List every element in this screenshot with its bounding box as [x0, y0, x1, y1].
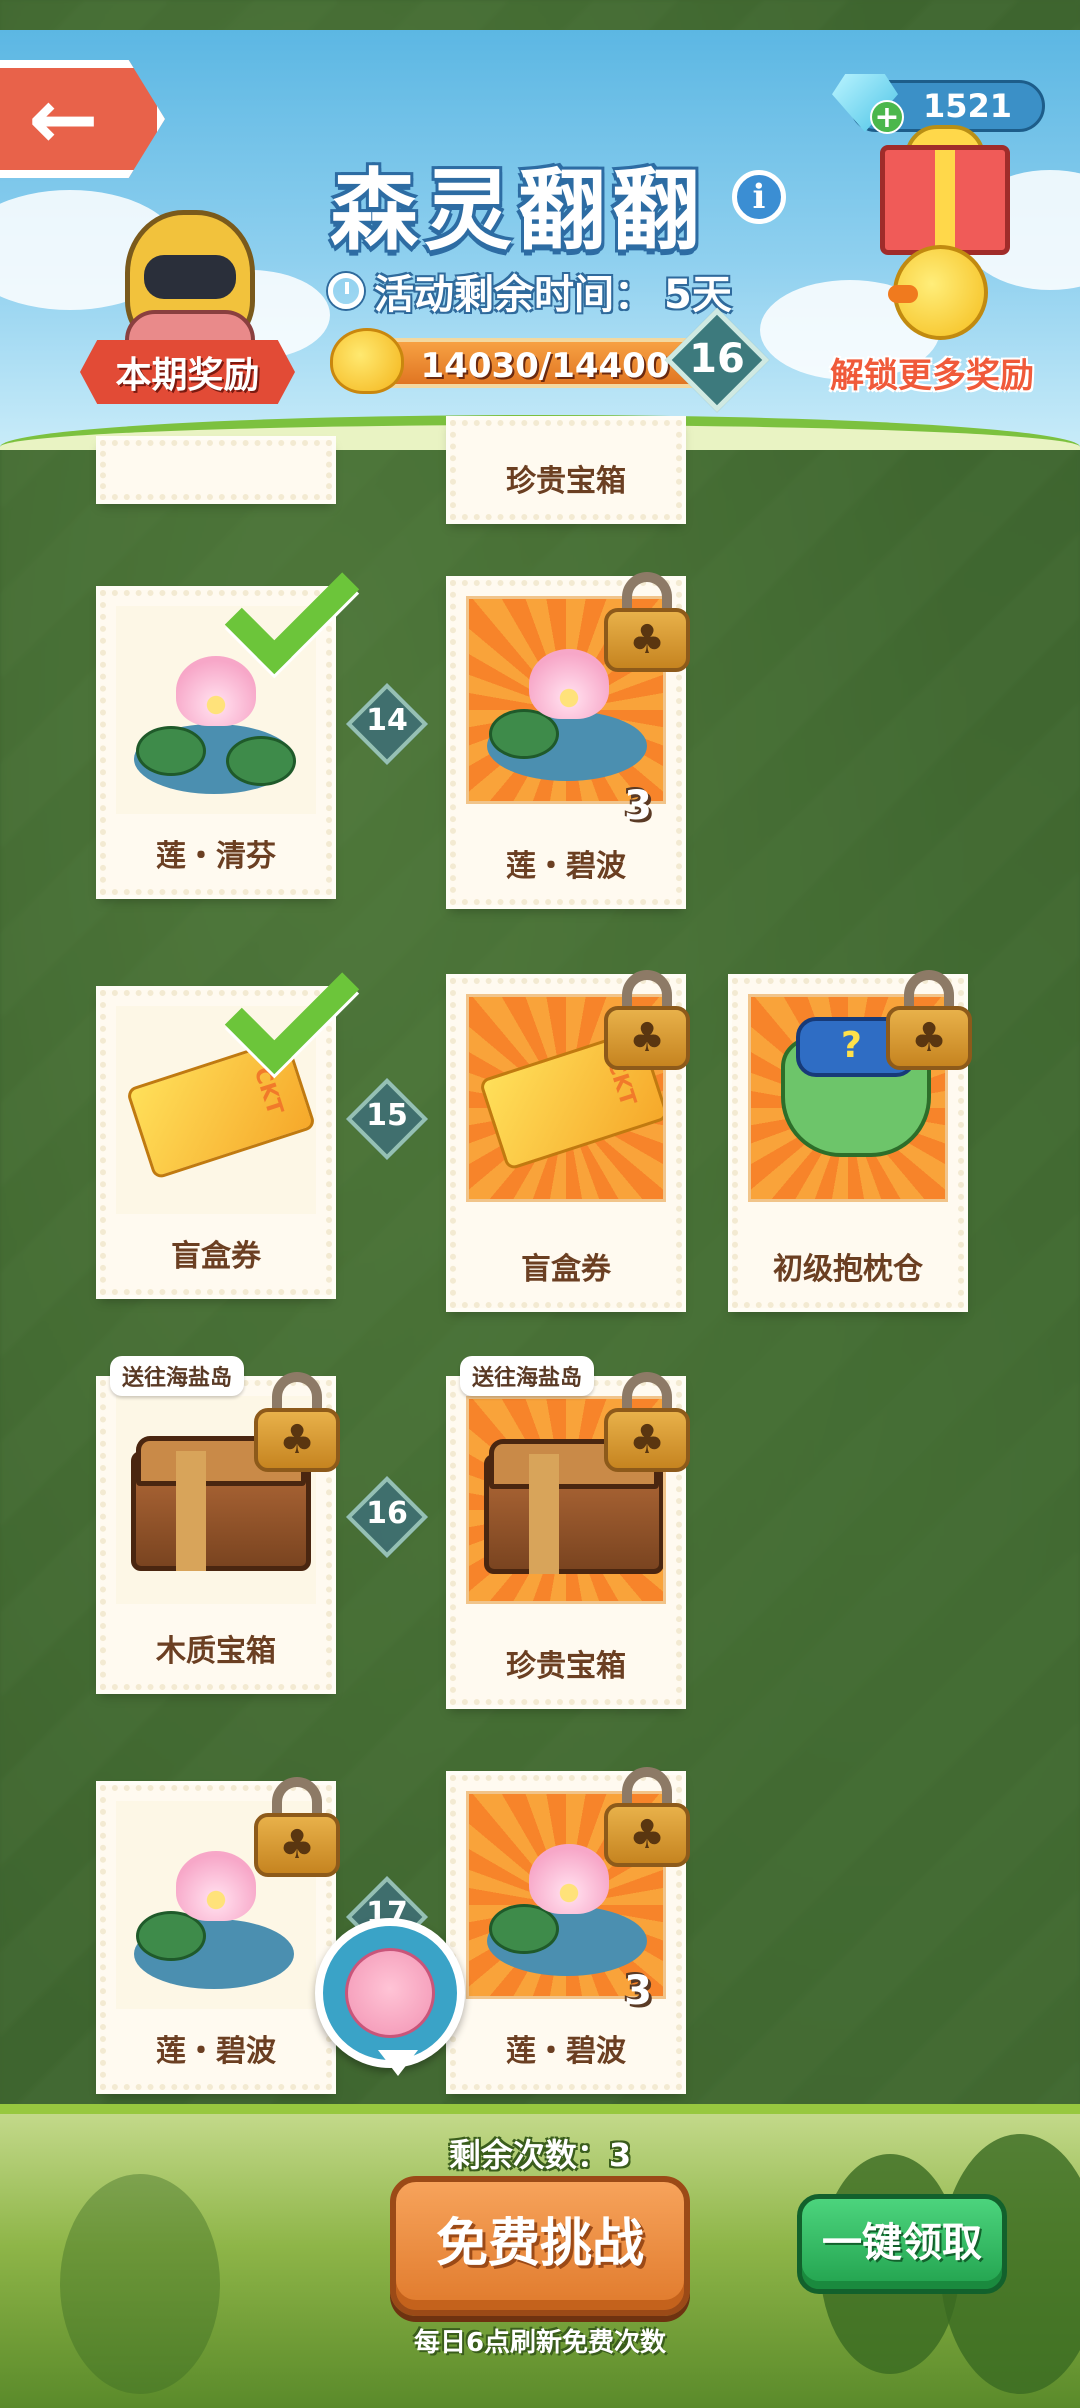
current-reward-button[interactable]: 本期奖励 — [70, 200, 300, 420]
clover-lock-icon: ♣ — [254, 1777, 340, 1877]
reward-card-claimed[interactable]: 莲・清芬 — [100, 539, 360, 895]
reward-card-label: 珍贵宝箱 — [506, 1649, 626, 1684]
pink-bear-avatar-icon — [345, 1948, 435, 2038]
progress-text: 14030/14400 — [420, 346, 670, 386]
reward-count: 3 — [624, 783, 652, 829]
destination-tag: 送往海盐岛 — [460, 1356, 595, 1396]
current-reward-label: 本期奖励 — [80, 340, 295, 404]
reward-card[interactable]: 珍贵宝箱 — [450, 420, 682, 520]
reward-card[interactable] — [100, 440, 332, 500]
reward-card-locked[interactable]: 送往海盐岛 ♣ 木质宝箱 — [100, 1356, 340, 1690]
reward-card-locked[interactable]: ♣ 3 莲・碧波 — [450, 572, 690, 905]
reward-card-locked[interactable]: ? ♣ 初级抱枕仓 — [732, 970, 972, 1308]
clover-lock-icon: ♣ — [604, 970, 690, 1070]
level-marker-number: 15 — [366, 1098, 408, 1133]
robot-mascot-icon — [125, 210, 255, 370]
reward-card-label: 莲・清芬 — [156, 839, 276, 874]
destination-tag: 送往海盐岛 — [110, 1356, 245, 1396]
reward-card-locked[interactable]: ♣ 盲盒券 — [450, 970, 690, 1308]
reward-card-locked[interactable]: ♣ 3 莲・碧波 — [450, 1767, 690, 2090]
reward-card-label: 盲盒券 — [521, 1252, 611, 1287]
reward-count: 3 — [624, 1968, 652, 2014]
duck-beak — [888, 285, 918, 303]
reward-card-label: 莲・碧波 — [506, 2034, 626, 2069]
level-number: 16 — [689, 336, 745, 382]
level-progress: 14030/14400 16 — [330, 307, 770, 413]
level-marker-number: 16 — [366, 1496, 408, 1531]
info-icon[interactable]: i — [732, 170, 786, 224]
reward-card-label: 木质宝箱 — [156, 1634, 276, 1669]
level-marker-number: 14 — [366, 703, 408, 738]
remaining-attempts: 剩余次数：3 — [448, 2136, 632, 2174]
reward-card-claimed[interactable]: 盲盒券 — [100, 939, 360, 1295]
free-challenge-button[interactable]: 免费挑战 — [390, 2176, 690, 2316]
clover-lock-icon: ♣ — [886, 970, 972, 1070]
progress-bar: 14030/14400 — [380, 338, 710, 388]
event-timer: 活动剩余时间： 5天 — [328, 262, 732, 320]
gift-box-icon[interactable] — [880, 145, 1010, 255]
reward-card-label: 初级抱枕仓 — [773, 1252, 923, 1287]
reward-card-label: 莲・碧波 — [506, 849, 626, 884]
page-title: 森灵翻翻 — [330, 159, 707, 262]
reward-card-label: 莲・碧波 — [156, 2034, 276, 2069]
unlock-more-rewards-label[interactable]: 解锁更多奖励 — [830, 348, 1034, 397]
clock-icon — [328, 273, 364, 309]
timer-value: 5天 — [664, 272, 732, 318]
clover-lock-icon: ♣ — [604, 1767, 690, 1867]
claim-all-button[interactable]: 一键领取 — [797, 2194, 1007, 2294]
add-gems-icon[interactable]: + — [870, 100, 904, 135]
timer-label: 活动剩余时间： — [374, 272, 654, 318]
clover-lock-icon: ♣ — [254, 1372, 340, 1472]
reward-card-label: 珍贵宝箱 — [506, 464, 626, 499]
refresh-note: 每日6点刷新免费次数 — [413, 2328, 667, 2358]
arrow-left-icon: ← — [28, 70, 99, 168]
chick-currency-icon — [330, 328, 404, 394]
player-position-marker — [315, 1918, 465, 2076]
clover-lock-icon: ♣ — [604, 572, 690, 672]
clover-lock-icon: ♣ — [604, 1372, 690, 1472]
reward-card-label: 盲盒券 — [171, 1239, 261, 1274]
reward-card-locked[interactable]: ♣ 莲・碧波 — [100, 1777, 340, 2090]
reward-card-locked[interactable]: 送往海盐岛 ♣ 珍贵宝箱 — [450, 1356, 690, 1705]
